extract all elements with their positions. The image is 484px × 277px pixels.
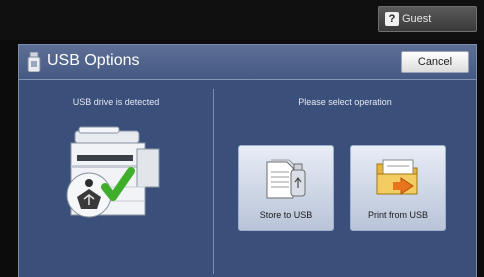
panel-header: USB Options Cancel [19, 45, 476, 80]
print-from-usb-icon [376, 159, 418, 195]
cancel-button[interactable]: Cancel [401, 51, 469, 73]
guest-label: Guest [402, 13, 432, 25]
guest-login-button[interactable]: ? Guest [378, 6, 477, 32]
page-title: USB Options [47, 52, 140, 69]
key-icon: ? [385, 12, 399, 26]
operation-prompt: Please select operation [298, 97, 392, 107]
section-divider [213, 89, 214, 274]
usb-status-text: USB drive is detected [72, 97, 160, 107]
print-from-usb-label: Print from USB [367, 210, 428, 220]
store-to-usb-label: Store to USB [259, 210, 313, 220]
print-from-usb-button[interactable]: Print from USB [350, 145, 446, 231]
usb-stick-icon [27, 52, 41, 72]
store-to-usb-button[interactable]: Store to USB [238, 145, 334, 231]
top-status-bar: ? Guest [0, 0, 484, 40]
usb-options-panel: USB Options Cancel USB drive is detected… [18, 44, 477, 277]
store-to-usb-icon [266, 159, 306, 199]
printer-usb-detected-icon [66, 126, 160, 218]
